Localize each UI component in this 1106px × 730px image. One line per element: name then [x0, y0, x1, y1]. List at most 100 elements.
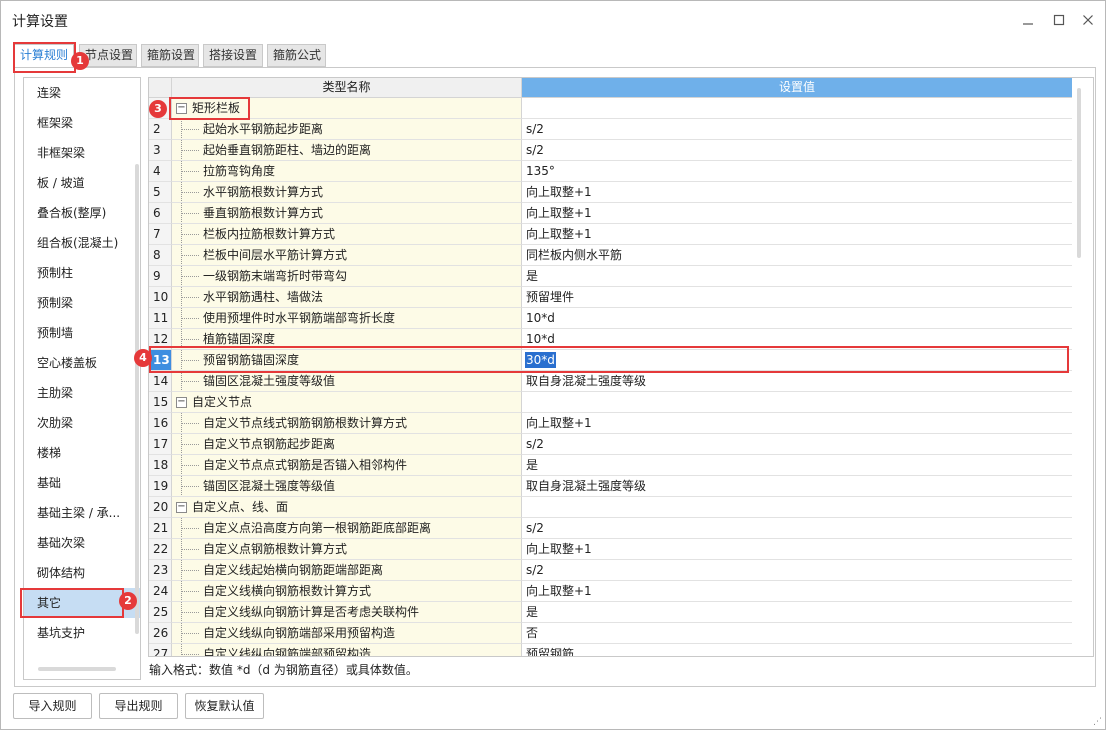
grid-row[interactable]: 23 自定义线起始横向钢筋距端部距离 s/2: [149, 560, 1072, 581]
grid-vertical-scrollbar[interactable]: [1077, 88, 1081, 258]
grid-row[interactable]: 4 拉筋弯钩角度 135°: [149, 161, 1072, 182]
sidebar-item[interactable]: 板 / 坡道: [24, 168, 140, 198]
type-name-cell[interactable]: 自定义节点钢筋起步距离: [172, 434, 522, 455]
grid-group-row[interactable]: − 矩形栏板: [149, 98, 1072, 119]
setting-value-cell[interactable]: 向上取整+1: [522, 581, 1072, 602]
grid-row[interactable]: 5 水平钢筋根数计算方式 向上取整+1: [149, 182, 1072, 203]
sidebar-item[interactable]: 非框架梁: [24, 138, 140, 168]
grid-row[interactable]: 27 自定义线纵向钢筋端部预留构造 预留钢筋: [149, 644, 1072, 656]
setting-value-cell[interactable]: 向上取整+1: [522, 182, 1072, 203]
setting-value-cell[interactable]: s/2: [522, 140, 1072, 161]
grid-row[interactable]: 14 锚固区混凝土强度等级值 取自身混凝土强度等级: [149, 371, 1072, 392]
type-name-cell[interactable]: 起始水平钢筋起步距离: [172, 119, 522, 140]
grid-row[interactable]: 10 水平钢筋遇柱、墙做法 预留埋件: [149, 287, 1072, 308]
tab-calc-rules[interactable]: 计算规则: [14, 44, 74, 67]
minimize-icon[interactable]: [1017, 9, 1039, 31]
setting-value-cell[interactable]: 30*d: [522, 350, 1072, 371]
import-rules-button[interactable]: 导入规则: [13, 693, 92, 719]
type-name-cell[interactable]: 自定义线横向钢筋根数计算方式: [172, 581, 522, 602]
grid-group-row[interactable]: 15− 自定义节点: [149, 392, 1072, 413]
restore-defaults-button[interactable]: 恢复默认值: [185, 693, 264, 719]
type-name-cell[interactable]: 水平钢筋遇柱、墙做法: [172, 287, 522, 308]
sidebar-item[interactable]: 基础: [24, 468, 140, 498]
type-name-cell[interactable]: 起始垂直钢筋距柱、墙边的距离: [172, 140, 522, 161]
sidebar-item[interactable]: 预制墙: [24, 318, 140, 348]
sidebar-item[interactable]: 空心楼盖板: [24, 348, 140, 378]
setting-value-cell[interactable]: s/2: [522, 560, 1072, 581]
sidebar-item[interactable]: 楼梯: [24, 438, 140, 468]
close-icon[interactable]: [1077, 9, 1099, 31]
tab-stirrup-settings[interactable]: 箍筋设置: [141, 44, 199, 67]
export-rules-button[interactable]: 导出规则: [99, 693, 178, 719]
setting-value-cell[interactable]: 否: [522, 623, 1072, 644]
setting-value-cell[interactable]: 是: [522, 455, 1072, 476]
resize-grip-icon[interactable]: ⋰: [1093, 717, 1103, 727]
sidebar-item[interactable]: 砌体结构: [24, 558, 140, 588]
type-name-cell[interactable]: 一级钢筋末端弯折时带弯勾: [172, 266, 522, 287]
grid-row[interactable]: 26 自定义线纵向钢筋端部采用预留构造 否: [149, 623, 1072, 644]
sidebar-item[interactable]: 组合板(混凝土): [24, 228, 140, 258]
grid-row[interactable]: 16 自定义节点线式钢筋钢筋根数计算方式 向上取整+1: [149, 413, 1072, 434]
setting-value-cell[interactable]: 10*d: [522, 329, 1072, 350]
setting-value-cell[interactable]: s/2: [522, 518, 1072, 539]
setting-value-cell[interactable]: s/2: [522, 119, 1072, 140]
collapse-icon[interactable]: −: [176, 502, 187, 513]
sidebar-item[interactable]: 框架梁: [24, 108, 140, 138]
grid-row[interactable]: 11 使用预埋件时水平钢筋端部弯折长度 10*d: [149, 308, 1072, 329]
setting-value-cell[interactable]: 是: [522, 602, 1072, 623]
type-name-cell[interactable]: 拉筋弯钩角度: [172, 161, 522, 182]
type-name-cell[interactable]: − 矩形栏板: [172, 98, 522, 119]
setting-value-cell[interactable]: [522, 98, 1072, 119]
type-name-cell[interactable]: 植筋锚固深度: [172, 329, 522, 350]
sidebar-item[interactable]: 基坑支护: [24, 618, 140, 648]
type-name-cell[interactable]: − 自定义点、线、面: [172, 497, 522, 518]
setting-value-cell[interactable]: [522, 497, 1072, 518]
type-name-cell[interactable]: − 自定义节点: [172, 392, 522, 413]
type-name-cell[interactable]: 自定义点钢筋根数计算方式: [172, 539, 522, 560]
grid-row[interactable]: 25 自定义线纵向钢筋计算是否考虑关联构件 是: [149, 602, 1072, 623]
sidebar-item[interactable]: 预制柱: [24, 258, 140, 288]
setting-value-cell[interactable]: 取自身混凝土强度等级: [522, 476, 1072, 497]
type-name-cell[interactable]: 自定义线起始横向钢筋距端部距离: [172, 560, 522, 581]
grid-row[interactable]: 24 自定义线横向钢筋根数计算方式 向上取整+1: [149, 581, 1072, 602]
tab-stirrup-formula[interactable]: 箍筋公式: [267, 44, 326, 67]
setting-value-cell[interactable]: 向上取整+1: [522, 539, 1072, 560]
type-name-cell[interactable]: 栏板内拉筋根数计算方式: [172, 224, 522, 245]
sidebar-item[interactable]: 叠合板(整厚): [24, 198, 140, 228]
type-name-cell[interactable]: 自定义线纵向钢筋端部采用预留构造: [172, 623, 522, 644]
type-name-cell[interactable]: 自定义点沿高度方向第一根钢筋距底部距离: [172, 518, 522, 539]
grid-row[interactable]: 12 植筋锚固深度 10*d: [149, 329, 1072, 350]
setting-value-cell[interactable]: [522, 392, 1072, 413]
setting-value-cell[interactable]: s/2: [522, 434, 1072, 455]
sidebar-item[interactable]: 基础主梁 / 承...: [24, 498, 140, 528]
type-name-cell[interactable]: 自定义节点点式钢筋是否锚入相邻构件: [172, 455, 522, 476]
setting-value-cell[interactable]: 向上取整+1: [522, 224, 1072, 245]
type-name-cell[interactable]: 锚固区混凝土强度等级值: [172, 476, 522, 497]
setting-value-cell[interactable]: 取自身混凝土强度等级: [522, 371, 1072, 392]
setting-value-cell[interactable]: 向上取整+1: [522, 413, 1072, 434]
setting-value-cell[interactable]: 同栏板内侧水平筋: [522, 245, 1072, 266]
type-name-cell[interactable]: 栏板中间层水平筋计算方式: [172, 245, 522, 266]
type-name-cell[interactable]: 垂直钢筋根数计算方式: [172, 203, 522, 224]
grid-row[interactable]: 9 一级钢筋末端弯折时带弯勾 是: [149, 266, 1072, 287]
sidebar-item[interactable]: 预制梁: [24, 288, 140, 318]
type-name-cell[interactable]: 自定义线纵向钢筋计算是否考虑关联构件: [172, 602, 522, 623]
header-type-name[interactable]: 类型名称: [172, 78, 522, 98]
grid-group-row[interactable]: 20− 自定义点、线、面: [149, 497, 1072, 518]
grid-row-selected[interactable]: 13 预留钢筋锚固深度 30*d: [149, 350, 1072, 371]
grid-row[interactable]: 19 锚固区混凝土强度等级值 取自身混凝土强度等级: [149, 476, 1072, 497]
setting-value-cell[interactable]: 135°: [522, 161, 1072, 182]
header-setting-value[interactable]: 设置值: [522, 78, 1072, 98]
type-name-cell[interactable]: 锚固区混凝土强度等级值: [172, 371, 522, 392]
type-name-cell[interactable]: 自定义线纵向钢筋端部预留构造: [172, 644, 522, 656]
collapse-icon[interactable]: −: [176, 103, 187, 114]
setting-value-cell[interactable]: 是: [522, 266, 1072, 287]
type-name-cell[interactable]: 自定义节点线式钢筋钢筋根数计算方式: [172, 413, 522, 434]
sidebar-horizontal-scrollbar[interactable]: [38, 667, 116, 671]
sidebar-item[interactable]: 次肋梁: [24, 408, 140, 438]
sidebar-item[interactable]: 基础次梁: [24, 528, 140, 558]
sidebar-item[interactable]: 连梁: [24, 78, 140, 108]
setting-value-cell[interactable]: 10*d: [522, 308, 1072, 329]
setting-value-cell[interactable]: 向上取整+1: [522, 203, 1072, 224]
grid-row[interactable]: 3 起始垂直钢筋距柱、墙边的距离 s/2: [149, 140, 1072, 161]
